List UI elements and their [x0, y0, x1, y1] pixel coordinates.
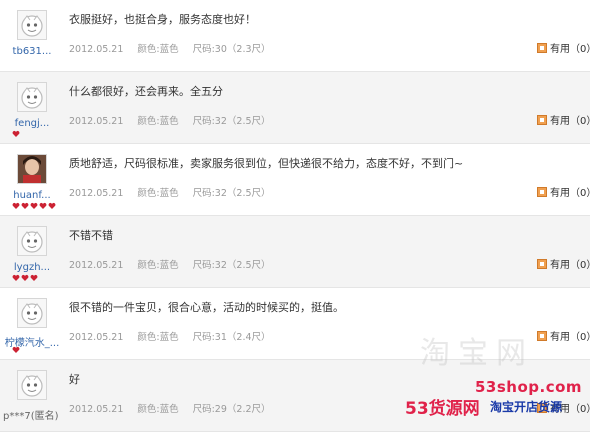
review-date: 2012.05.21: [69, 404, 124, 415]
watermark-tagline: 淘宝开店货源: [490, 400, 563, 414]
review-comment: 好: [69, 373, 80, 386]
useful-label: 有用（0）: [550, 260, 590, 271]
anonymous-user-label: p***7(匿名): [3, 411, 59, 422]
review-date: 2012.05.21: [69, 332, 124, 343]
heart-badge-icon: [39, 202, 47, 209]
avatar[interactable]: [17, 226, 47, 256]
useful-label: 有用（0）: [550, 116, 590, 127]
review-size: 尺码:30（2.3尺）: [192, 44, 271, 55]
review-meta: 2012.05.21 颜色:蓝色 尺码:31（2.4尺）: [69, 329, 271, 343]
buyer-rank-badges: [12, 202, 57, 210]
avatar[interactable]: [17, 154, 47, 184]
review-size: 尺码:29（2.2尺）: [192, 404, 271, 415]
useful-icon: [537, 187, 547, 197]
watermark-brand-text: 53货源网: [405, 399, 480, 419]
review-meta: 2012.05.21 颜色:蓝色 尺码:32（2.5尺）: [69, 257, 271, 271]
review-size: 尺码:31（2.4尺）: [192, 332, 271, 343]
useful-icon: [537, 115, 547, 125]
review-date: 2012.05.21: [69, 44, 124, 55]
avatar[interactable]: [17, 298, 47, 328]
review-size: 尺码:32（2.5尺）: [192, 188, 271, 199]
review-row: tb631... 衣服挺好，也挺合身，服务态度也好！ 2012.05.21 颜色:蓝色…: [0, 0, 590, 72]
useful-button[interactable]: 有用（0）: [537, 40, 590, 55]
review-color: 颜色:蓝色: [137, 116, 179, 127]
review-meta: 2012.05.21 颜色:蓝色 尺码:32（2.5尺）: [69, 113, 271, 127]
heart-badge-icon: [21, 274, 29, 281]
heart-badge-icon: [48, 202, 56, 209]
useful-label: 有用（0）: [550, 44, 590, 55]
heart-badge-icon: [12, 130, 20, 137]
buyer-rank-badges: [12, 346, 21, 354]
review-meta: 2012.05.21 颜色:蓝色 尺码:29（2.2尺）: [69, 401, 271, 415]
useful-button[interactable]: 有用（0）: [537, 112, 590, 127]
useful-button[interactable]: 有用（0）: [537, 184, 590, 199]
useful-label: 有用（0）: [550, 188, 590, 199]
review-date: 2012.05.21: [69, 188, 124, 199]
review-comment: 质地舒适，尺码很标准，卖家服务很到位，但快递很不给力，态度不好，不到门~: [69, 157, 464, 170]
review-color: 颜色:蓝色: [137, 188, 179, 199]
useful-icon: [537, 331, 547, 341]
heart-badge-icon: [21, 202, 29, 209]
username-link[interactable]: fengj...: [4, 118, 60, 129]
review-meta: 2012.05.21 颜色:蓝色 尺码:32（2.5尺）: [69, 185, 271, 199]
review-color: 颜色:蓝色: [137, 332, 179, 343]
review-color: 颜色:蓝色: [137, 404, 179, 415]
username-link[interactable]: lygzh...: [4, 262, 60, 273]
review-size: 尺码:32（2.5尺）: [192, 260, 271, 271]
review-comment: 不错不错: [69, 229, 113, 242]
review-color: 颜色:蓝色: [137, 260, 179, 271]
watermark-site: 53shop.com: [475, 378, 583, 396]
buyer-rank-badges: [12, 130, 21, 138]
review-row: lygzh... 不错不错 2012.05.21 颜色:蓝色 尺码:32（2.5尺） 有用…: [0, 216, 590, 288]
watermark-brand: 53货源网: [405, 394, 480, 419]
review-size: 尺码:32（2.5尺）: [192, 116, 271, 127]
review-comment: 衣服挺好，也挺合身，服务态度也好！: [69, 13, 256, 26]
taobao-watermark: 淘宝网: [420, 336, 534, 371]
heart-badge-icon: [12, 346, 20, 353]
review-row: huanf... 质地舒适，尺码很标准，卖家服务很到位，但快递很不给力，态度不好，…: [0, 144, 590, 216]
heart-badge-icon: [30, 274, 38, 281]
heart-badge-icon: [30, 202, 38, 209]
useful-button[interactable]: 有用（0）: [537, 256, 590, 271]
review-comment: 很不错的一件宝贝，很合心意，活动的时候买的，挺值。: [69, 301, 344, 314]
heart-badge-icon: [12, 274, 20, 281]
review-row: fengj... 什么都很好，还会再来。全五分 2012.05.21 颜色:蓝色 尺码:…: [0, 72, 590, 144]
useful-icon: [537, 259, 547, 269]
review-date: 2012.05.21: [69, 116, 124, 127]
username-link[interactable]: tb631...: [4, 46, 60, 57]
review-meta: 2012.05.21 颜色:蓝色 尺码:30（2.3尺）: [69, 41, 271, 55]
buyer-rank-badges: [12, 274, 39, 282]
avatar[interactable]: [17, 370, 47, 400]
useful-label: 有用（0）: [550, 332, 590, 343]
review-color: 颜色:蓝色: [137, 44, 179, 55]
username-link[interactable]: huanf...: [4, 190, 60, 201]
review-date: 2012.05.21: [69, 260, 124, 271]
avatar[interactable]: [17, 10, 47, 40]
heart-badge-icon: [12, 202, 20, 209]
useful-icon: [537, 43, 547, 53]
useful-button[interactable]: 有用（0）: [537, 328, 590, 343]
avatar[interactable]: [17, 82, 47, 112]
review-comment: 什么都很好，还会再来。全五分: [69, 85, 223, 98]
